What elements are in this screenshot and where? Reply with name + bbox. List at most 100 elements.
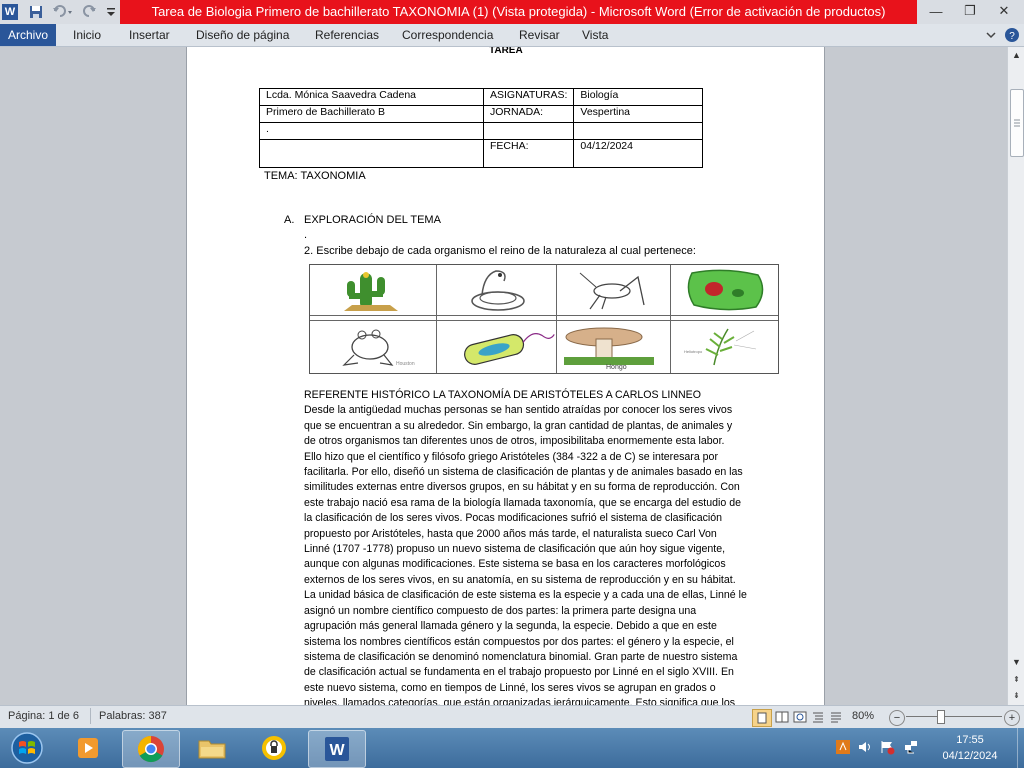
table-cell: 04/12/2024: [573, 139, 704, 168]
redo-icon[interactable]: [80, 3, 100, 21]
outline-icon[interactable]: [810, 709, 826, 725]
plant-cell-image: [674, 265, 778, 318]
scroll-up-icon[interactable]: ▲: [1008, 47, 1024, 63]
clock-time: 17:55: [956, 734, 984, 746]
paragraph-line: Ello hizo que el científico y filósofo g…: [304, 450, 718, 463]
mushroom-image: Hongo: [560, 321, 676, 374]
table-cell: Vespertina: [573, 105, 704, 123]
undo-icon[interactable]: [50, 3, 76, 21]
tab-inicio[interactable]: Inicio: [73, 24, 101, 46]
vertical-scrollbar[interactable]: ▲ ▼ ⇞ ⇟: [1007, 47, 1024, 705]
grasshopper-image: [560, 265, 676, 318]
paragraph-line: sistema de clasificación se denominó nom…: [304, 650, 738, 663]
table-cell: ASIGNATURAS:: [482, 88, 575, 106]
zoom-slider-thumb[interactable]: [937, 710, 945, 724]
tab-diseno-pagina[interactable]: Diseño de página: [196, 24, 289, 46]
previous-page-icon[interactable]: ⇞: [1008, 671, 1024, 687]
chrome-icon[interactable]: [122, 730, 180, 768]
title-bar: W Tarea de Biologia Primero de bachiller…: [0, 0, 1024, 24]
next-page-icon[interactable]: ⇟: [1008, 687, 1024, 703]
word-app-icon[interactable]: W: [2, 4, 18, 20]
word-count[interactable]: Palabras: 387: [99, 710, 167, 722]
table-cell: JORNADA:: [482, 105, 575, 123]
paragraph-line: La unidad básica de clasificación de est…: [304, 589, 747, 602]
table-cell: [482, 122, 575, 140]
start-button[interactable]: [2, 730, 52, 766]
taskbar-clock[interactable]: 17:55 04/12/2024: [930, 732, 1010, 764]
ribbon-collapse-icon[interactable]: [986, 24, 998, 46]
restore-button[interactable]: ❐: [953, 0, 987, 22]
zoom-out-icon[interactable]: −: [889, 710, 905, 726]
cactus-image: [314, 265, 430, 318]
show-desktop-button[interactable]: [1017, 728, 1024, 768]
page-indicator[interactable]: Página: 1 de 6: [8, 710, 79, 722]
tab-referencias[interactable]: Referencias: [315, 24, 379, 46]
paragraph-line: similitudes externas entre diversos grup…: [304, 481, 740, 494]
web-layout-icon[interactable]: [792, 709, 808, 725]
organism-image-grid: Houston Hongo Heliotropo: [309, 264, 779, 374]
volume-icon[interactable]: [856, 738, 874, 756]
paragraph-line: de clasificación actual se fundamenta en…: [304, 666, 734, 679]
table-cell: .: [259, 122, 484, 140]
paragraph-line: Linné (1707 -1778) propuso un nuevo sist…: [304, 543, 726, 556]
save-icon[interactable]: [28, 3, 44, 21]
table-cell: Biología: [573, 88, 704, 106]
document-page[interactable]: TAREA Lcda. Mónica Saavedra Cadena ASIGN…: [186, 47, 825, 705]
taskbar: W: [0, 728, 1024, 768]
full-screen-reading-icon[interactable]: [774, 709, 790, 725]
paragraph-line: asignó un nombre científico compuesto de…: [304, 604, 697, 617]
tab-archivo[interactable]: Archivo: [0, 24, 56, 46]
scroll-down-icon[interactable]: ▼: [1008, 654, 1024, 670]
document-area[interactable]: TAREA Lcda. Mónica Saavedra Cadena ASIGN…: [0, 47, 1007, 705]
notification-app-icon[interactable]: [834, 738, 852, 756]
media-player-icon[interactable]: [60, 730, 116, 766]
instruction-text: 2. Escribe debajo de cada organismo el r…: [304, 245, 696, 257]
tab-vista[interactable]: Vista: [582, 24, 608, 46]
word-taskbar-icon[interactable]: W: [308, 730, 366, 768]
close-button[interactable]: ✕: [987, 0, 1021, 22]
paragraph-line: agrupación más general llamada género y …: [304, 620, 717, 633]
paragraph-line: este nuevo sistema, como en tiempos de L…: [304, 681, 716, 694]
snake-image: [440, 265, 556, 318]
paragraph-line: la clasificación de los seres vivos. Poc…: [304, 512, 723, 525]
svg-text:?: ?: [1009, 31, 1015, 42]
scroll-thumb[interactable]: [1010, 89, 1024, 157]
status-divider: [90, 708, 91, 724]
flag-icon[interactable]: [878, 738, 896, 756]
tab-revisar[interactable]: Revisar: [519, 24, 560, 46]
paragraph-line: externos de los seres vivos, en su anato…: [304, 573, 736, 586]
header-cut-text: TAREA: [489, 47, 523, 56]
network-icon[interactable]: [902, 738, 920, 756]
zoom-level[interactable]: 80%: [852, 710, 874, 722]
info-table: Lcda. Mónica Saavedra Cadena ASIGNATURAS…: [259, 88, 704, 168]
paragraph-line: Desde la antigüedad muchas personas se h…: [304, 404, 733, 417]
window-title: Tarea de Biologia Primero de bachillerat…: [151, 4, 886, 19]
print-layout-icon[interactable]: [752, 709, 772, 727]
frog-caption: Houston: [396, 361, 415, 367]
paragraph-line: sistema los nombres científicos están co…: [304, 635, 734, 648]
tab-insertar[interactable]: Insertar: [129, 24, 170, 46]
svg-text:W: W: [329, 742, 345, 759]
bacterium-image: [440, 321, 556, 374]
table-cell: [259, 139, 484, 168]
ribbon-tabs: Archivo Inicio Insertar Diseño de página…: [0, 24, 1024, 47]
table-cell: Lcda. Mónica Saavedra Cadena: [259, 88, 484, 106]
status-bar: Página: 1 de 6 Palabras: 387 80% − +: [0, 705, 1024, 728]
security-app-icon[interactable]: [246, 730, 302, 766]
paragraph-line: niveles, llamados categorías, que están …: [304, 697, 736, 705]
customize-qa-icon[interactable]: [104, 3, 118, 21]
file-explorer-icon[interactable]: [184, 730, 240, 766]
paragraph-line: que se encuentran a su alrededor. Sin em…: [304, 419, 733, 432]
draft-icon[interactable]: [828, 709, 844, 725]
minimize-button[interactable]: —: [919, 0, 953, 22]
paragraph-line: de otros organismos tan diferentes unos …: [304, 435, 725, 448]
tab-correspondencia[interactable]: Correspondencia: [402, 24, 493, 46]
frog-image: Houston: [314, 321, 430, 374]
paragraph-block: REFERENTE HISTÓRICO LA TAXONOMÍA DE ARIS…: [304, 388, 754, 705]
section-title: EXPLORACIÓN DEL TEMA: [304, 214, 441, 226]
zoom-in-icon[interactable]: +: [1004, 710, 1020, 726]
table-cell: FECHA:: [482, 139, 575, 168]
help-icon[interactable]: ?: [1004, 24, 1020, 46]
fern-caption: Heliotropo: [684, 349, 703, 354]
zoom-slider-track[interactable]: [906, 716, 1002, 717]
